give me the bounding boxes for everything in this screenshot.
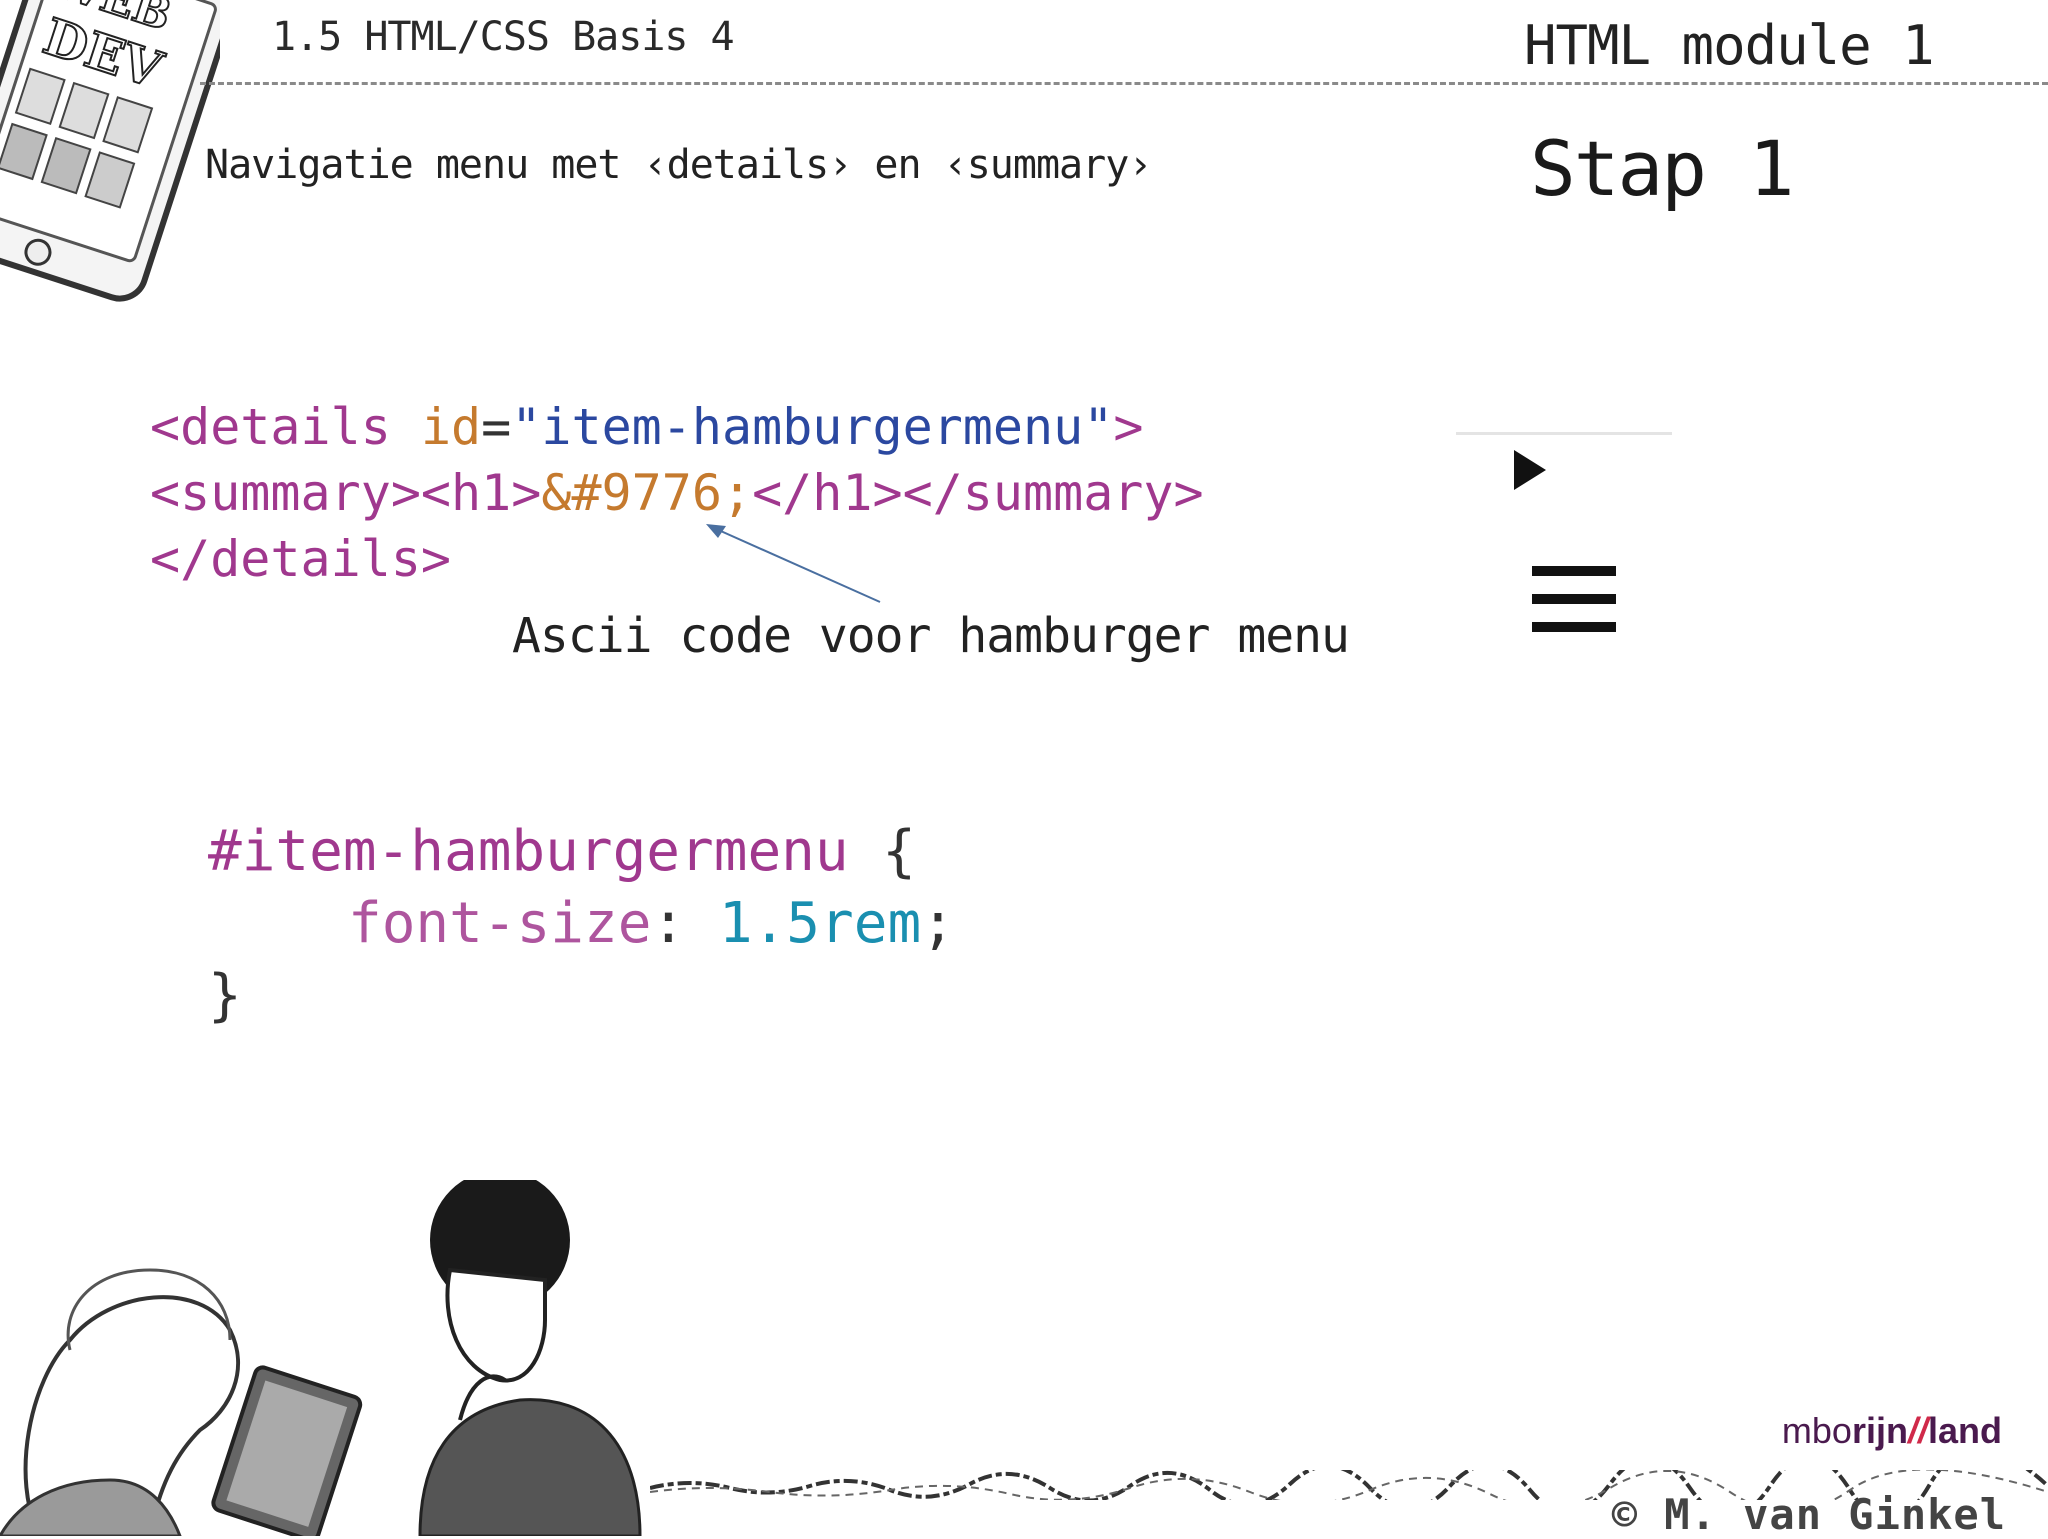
code-tag: <summary><h1> (150, 464, 542, 522)
css-brace-open: { (848, 819, 917, 884)
code-attr: id (420, 398, 482, 456)
logo-separator: // (1907, 1410, 1928, 1451)
code-line-3: </details> (150, 526, 1204, 592)
code-tag: </h1></summary> (752, 464, 1204, 522)
css-semicolon: ; (921, 891, 955, 956)
logo-part-b: rijn (1851, 1410, 1908, 1451)
code-tag: <details (150, 398, 421, 456)
css-line-1: #item-hamburgermenu { (208, 816, 955, 888)
css-line-3: } (208, 960, 955, 1032)
css-line-2: font-size: 1.5rem; (208, 888, 955, 960)
logo-part-c: land (1927, 1410, 2002, 1451)
code-tag: > (1113, 398, 1144, 456)
copyright-text: © M. van Ginkel (1611, 1490, 2006, 1539)
code-string: "item-hamburgermenu" (511, 398, 1114, 456)
disclosure-triangle-icon[interactable] (1514, 450, 1546, 490)
people-illustration (0, 1180, 642, 1536)
code-line-2: <summary><h1>&#9776;</h1></summary> (150, 460, 1204, 526)
code-tag: </details> (150, 530, 452, 588)
css-colon: : (651, 891, 719, 956)
annotation-text: Ascii code voor hamburger menu (512, 608, 1350, 664)
css-value: 1.5rem (718, 891, 922, 956)
hamburger-bar (1532, 622, 1616, 632)
module-title: HTML module 1 (1524, 14, 1935, 77)
mborijnland-logo: mborijn//land (1782, 1410, 2002, 1452)
slide-subtitle: Navigatie menu met ‹details› en ‹summary… (205, 142, 1152, 188)
header-divider (200, 82, 2048, 85)
code-entity: &#9776; (541, 464, 753, 522)
code-line-1: <details id="item-hamburgermenu"> (150, 394, 1204, 460)
hamburger-menu-icon[interactable] (1532, 566, 1616, 650)
css-selector: #item-hamburgermenu (208, 819, 849, 884)
step-title: Stap 1 (1530, 124, 1795, 213)
course-title: 1.5 HTML/CSS Basis 4 (272, 14, 735, 60)
code-punc: = (481, 398, 512, 456)
phone-illustration: WEB DEV (0, 0, 220, 302)
html-code-block: <details id="item-hamburgermenu"> <summar… (150, 394, 1204, 592)
css-code-block: #item-hamburgermenu {font-size: 1.5rem;} (208, 816, 955, 1032)
hamburger-bar (1532, 594, 1616, 604)
css-property: font-size (348, 891, 652, 956)
annotation-arrow (706, 524, 881, 603)
logo-part-a: mbo (1781, 1410, 1852, 1451)
preview-divider (1456, 432, 1672, 435)
hamburger-bar (1532, 566, 1616, 576)
css-brace-close: } (208, 963, 242, 1028)
